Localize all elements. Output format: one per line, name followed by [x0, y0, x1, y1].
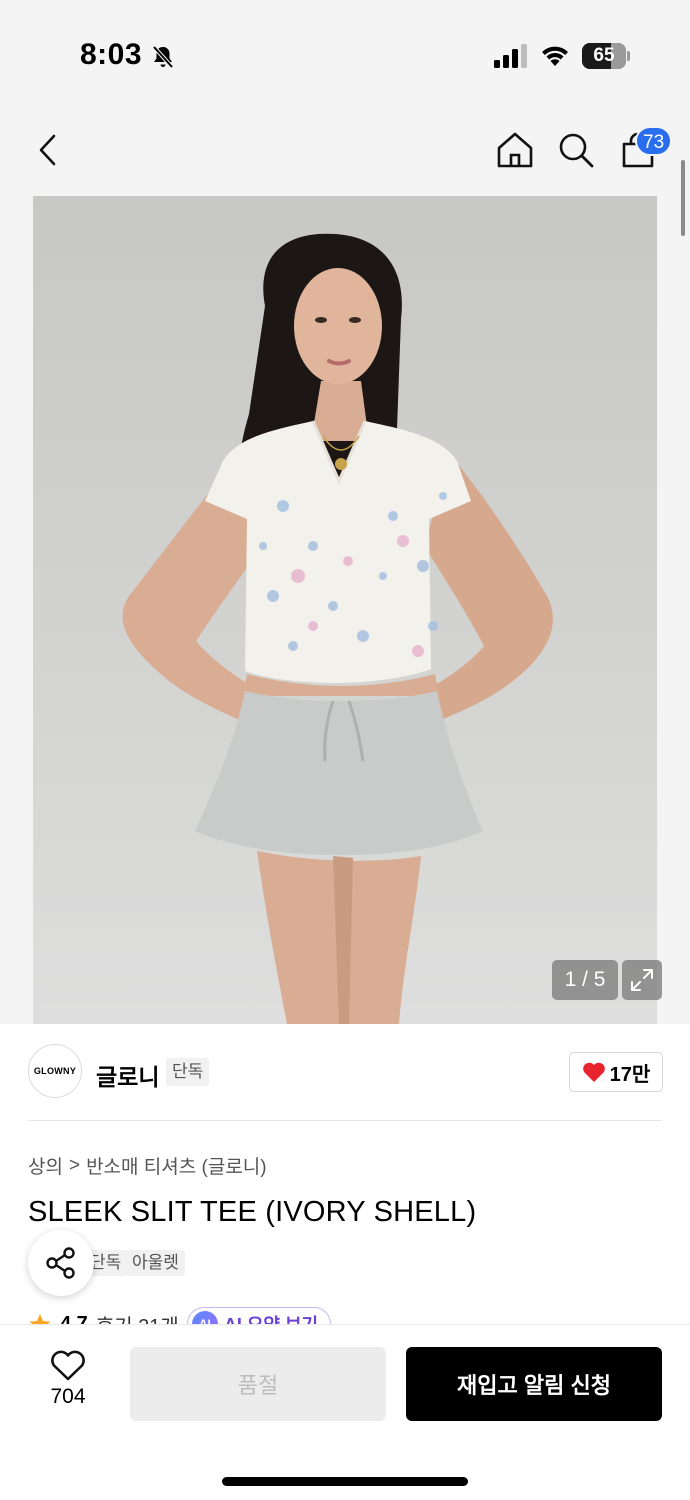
wishlist-count: 704	[50, 1385, 86, 1408]
divider	[28, 1120, 662, 1121]
chevron-right-icon: >	[68, 1154, 81, 1176]
page-scrollbar[interactable]	[681, 160, 685, 236]
bottom-action-bar: 704 품절 재입고 알림 신청	[0, 1324, 690, 1500]
chevron-left-icon	[39, 134, 56, 166]
search-icon	[559, 133, 594, 168]
top-navigation: 73	[0, 118, 690, 188]
home-indicator	[222, 1477, 468, 1486]
tag-outlet: 아울렛	[126, 1250, 185, 1276]
wifi-icon	[542, 46, 568, 66]
share-button[interactable]	[28, 1230, 94, 1296]
brand-like-button[interactable]: 17만	[569, 1052, 663, 1092]
heart-filled-icon	[582, 1062, 605, 1082]
breadcrumb-category[interactable]: 상의	[28, 1152, 63, 1179]
cart-count-badge: 73	[635, 126, 673, 156]
bell-off-icon	[152, 45, 174, 69]
exclusive-badge: 단독	[166, 1058, 210, 1086]
brand-name[interactable]: 글로니	[96, 1058, 159, 1092]
product-title: SLEEK SLIT TEE (IVORY SHELL)	[28, 1196, 477, 1228]
search-button[interactable]	[554, 128, 598, 172]
battery-indicator: 65	[582, 43, 630, 69]
wishlist-button[interactable]: 704	[30, 1349, 106, 1419]
brand-logo[interactable]: GLOWNY	[28, 1044, 82, 1098]
breadcrumb-subcategory[interactable]: 반소매 티셔츠 (글로니)	[86, 1152, 267, 1179]
sold-out-button: 품절	[130, 1347, 386, 1421]
image-counter: 1 / 5	[552, 960, 618, 1000]
back-button[interactable]	[26, 128, 70, 172]
expand-icon	[631, 969, 653, 991]
status-bar: 8:03 65	[0, 0, 690, 110]
home-icon	[497, 132, 533, 168]
home-button[interactable]	[493, 128, 537, 172]
expand-image-button[interactable]	[622, 960, 662, 1000]
breadcrumb: 상의 > 반소매 티셔츠 (글로니)	[28, 1152, 267, 1179]
status-time: 8:03	[80, 38, 143, 71]
product-image[interactable]	[33, 196, 657, 1024]
brand-like-count: 17만	[609, 1063, 651, 1086]
share-icon	[46, 1247, 75, 1279]
battery-percent: 65	[593, 45, 615, 66]
heart-outline-icon	[51, 1350, 85, 1381]
product-info-panel: GLOWNY 글로니 단독 17만 상의 > 반소매 티셔츠 (글로니) SLE…	[0, 1024, 690, 1341]
restock-alert-button[interactable]: 재입고 알림 신청	[406, 1347, 662, 1421]
cellular-signal-icon	[494, 44, 527, 68]
product-photo-illustration	[122, 233, 553, 1024]
